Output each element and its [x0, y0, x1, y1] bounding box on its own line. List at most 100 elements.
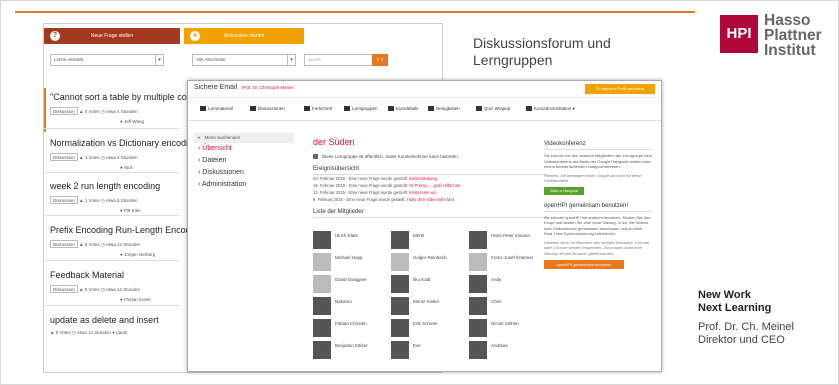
presentation-slide: ? Neue Frage stellen ● Diskussion starte…	[0, 0, 839, 385]
new-discussion-label: Diskussion starten	[223, 33, 265, 39]
hide-menu-label: Menü ausblenden	[204, 135, 241, 140]
new-discussion-button[interactable]: ● Diskussion starten	[184, 28, 304, 44]
group-icon	[344, 106, 350, 112]
email-user[interactable]: Prof. Dr. Christoph Meinel	[242, 85, 294, 90]
clock-icon: ◷	[101, 287, 105, 292]
clock-icon: ◷	[101, 109, 105, 114]
avatar	[391, 297, 409, 315]
new-question-button[interactable]: ? Neue Frage stellen	[44, 28, 180, 44]
thread-time: etwa 4 Stunden	[106, 155, 138, 160]
group-visibility-note: Diese Lerngruppe ist öffentlich. Jeder K…	[313, 153, 548, 160]
member-item[interactable]: Benjamin Kälzer	[313, 341, 383, 359]
thread-item[interactable]: Feedback Material Diskussion ▲ 0 Votes ◷…	[50, 270, 200, 302]
member-item[interactable]: Chris	[469, 297, 539, 315]
search-input[interactable]: Suche	[304, 54, 374, 66]
question-icon: ?	[50, 31, 60, 41]
search-button[interactable]: » ×	[372, 54, 388, 66]
thread-author-name: Nick	[123, 165, 133, 170]
megaphone-icon	[428, 106, 434, 112]
thread-votes: 0 Votes	[55, 330, 71, 335]
sidebar-item-discussions[interactable]: › Diskussionen	[194, 167, 294, 179]
sidebar-item-overview[interactable]: › Übersicht	[194, 143, 294, 155]
thread-votes: 1 Votes	[84, 155, 100, 160]
user-icon: ●	[120, 297, 123, 302]
member-name: Holger Reinbach	[413, 255, 447, 260]
slide-accent-line	[15, 11, 695, 13]
openhpi-share-button[interactable]: openHPI gemeinsam benutzen	[544, 260, 624, 269]
thread-item[interactable]: Normalization vs Dictionary encoding Dis…	[50, 138, 200, 170]
sort-select[interactable]: Letzte Aktivität ▾	[50, 54, 164, 66]
thread-tag: Diskussion	[50, 107, 78, 115]
thread-meta: Diskussion ▲ 0 Votes ◷ etwa 12 Stunden	[50, 285, 200, 295]
chat-icon	[250, 106, 256, 112]
email-header: Sichere Email Prof. Dr. Christoph Meinel…	[188, 81, 661, 97]
gear-icon	[526, 106, 532, 112]
nav-item-diskussionen[interactable]: Diskussionen	[250, 106, 285, 115]
member-item[interactable]: Michael Hopp	[313, 253, 383, 271]
thread-title: Feedback Material	[50, 270, 125, 280]
member-item[interactable]: David Gwiggner	[313, 275, 383, 293]
member-item[interactable]: Merkl	[391, 231, 461, 249]
section-select[interactable]: Alle Abschnitte ▾	[192, 54, 296, 66]
event-link[interactable]: Einschränkung	[409, 176, 437, 181]
member-item[interactable]: Franz-Josef Kraemer	[469, 253, 539, 271]
event-item: 14. Februar 2015 - Eine neue Frage wurde…	[313, 189, 548, 196]
thread-title: Prefix Encoding Run-Length Encoding Clus…	[50, 225, 226, 235]
profile-button[interactable]: Zu meinem Profil wechseln	[585, 84, 655, 94]
clock-icon: ◷	[101, 198, 105, 203]
thread-item[interactable]: week 2 run length encoding Diskussion ▲ …	[50, 181, 200, 213]
avatar	[391, 275, 409, 293]
user-icon: ●	[120, 252, 123, 257]
nav-item-kursdetails[interactable]: Kursdetails	[388, 106, 418, 115]
thread-author: ● Jeff Wang	[50, 119, 200, 124]
user-icon: ●	[120, 208, 123, 213]
divider	[44, 128, 180, 129]
member-item[interactable]: Ulrich Klate	[313, 231, 383, 249]
avatar	[313, 319, 331, 337]
event-text: 16. Februar 2015 - Eine neue Frage wurde…	[313, 183, 408, 188]
openhpi-share-title: openHPI gemeinsam benutzen!	[544, 203, 652, 212]
member-item[interactable]: Fabian Christen	[313, 319, 383, 337]
thread-item[interactable]: Prefix Encoding Run-Length Encoding Clus…	[50, 225, 226, 257]
member-item[interactable]: Nicole Selhen	[469, 319, 539, 337]
nav-item-neuigkeiten[interactable]: Neuigkeiten	[428, 106, 460, 115]
event-link[interactable]: Hallo (Ein Video sehr lan)	[407, 197, 454, 202]
nav-item-kursadministration[interactable]: Kursadministration ▾	[526, 106, 575, 115]
thread-item[interactable]: "Cannot sort a table by multiple columns…	[50, 92, 221, 124]
thread-tag: Diskussion	[50, 285, 78, 293]
divider	[44, 172, 180, 173]
member-item[interactable]: Eve	[391, 341, 461, 359]
event-item: 16. Februar 2015 - Eine neue Frage wurde…	[313, 182, 548, 189]
member-item[interactable]: Erik Schrem	[391, 319, 461, 337]
event-text: 14. Februar 2015 - Eine neue Frage wurde…	[313, 190, 408, 195]
sidebar-item-files[interactable]: › Dateien	[194, 155, 294, 167]
nav-item-fortschritt[interactable]: Fortschritt	[304, 106, 332, 115]
logo-line: Hasso	[764, 12, 811, 29]
member-item[interactable]: Andreas	[469, 341, 539, 359]
nav-item-quiz[interactable]: Quiz Wrapup	[476, 106, 510, 115]
member-item[interactable]: Holger Reinbach	[391, 253, 461, 271]
member-item[interactable]: Hans-Peter Klauser	[469, 231, 539, 249]
slide-title: Diskussionsforum und Lerngruppen	[473, 35, 611, 68]
group-right-panel: Videokonferenz Sie können mit den andere…	[544, 141, 652, 269]
start-hangout-button[interactable]: Start a Hangout	[544, 186, 584, 195]
member-name: Merkl	[413, 233, 424, 238]
sidebar-item-administration[interactable]: › Administration	[194, 179, 294, 191]
nav-item-lerngruppen[interactable]: Lerngruppen	[344, 106, 378, 115]
event-link[interactable]: Ist Prinzip ... groß Hilfschen	[409, 183, 460, 188]
member-name: Hans-Peter Klauser	[491, 233, 531, 238]
nav-label: Lernmaterial	[208, 106, 234, 111]
unlock-icon	[313, 154, 318, 160]
slide-footer-text: New Work Next Learning Prof. Dr. Ch. Mei…	[698, 289, 833, 347]
nav-item-lernmaterial[interactable]: Lernmaterial	[200, 106, 233, 115]
member-name: Andreas	[491, 343, 508, 348]
member-item[interactable]: Andy	[469, 275, 539, 293]
member-item[interactable]: Ilko Kadt	[391, 275, 461, 293]
thread-item[interactable]: update as delete and insert ▲ 0 Votes ◷ …	[50, 315, 200, 340]
hide-menu-button[interactable]: «Menü ausblenden	[194, 133, 294, 143]
member-item[interactable]: Nakamu	[313, 297, 383, 315]
event-link[interactable]: Kostet Hier ein	[409, 190, 436, 195]
video-conference-text: Sie können mit den anderen Mitgliedern d…	[544, 153, 652, 169]
member-item[interactable]: Moritz Kesler	[391, 297, 461, 315]
thread-time: etwa 12 Stunden	[106, 242, 141, 247]
